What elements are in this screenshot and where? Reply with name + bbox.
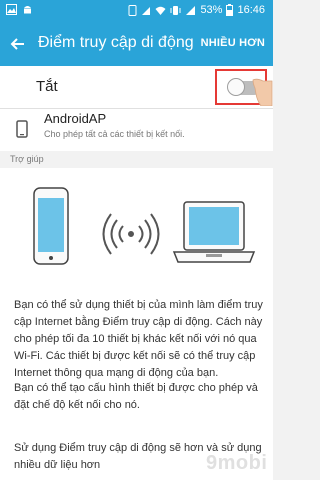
battery-icon — [226, 4, 234, 16]
status-right-icons: 53% 16:46 — [128, 4, 265, 16]
wifi-icon — [155, 6, 166, 15]
signal-icon — [142, 6, 151, 15]
help-section-label: Trợ giúp — [10, 154, 44, 164]
status-bar: 53% 16:46 — [0, 0, 273, 22]
status-left-icons — [6, 4, 33, 15]
logo-text: 9mobi — [206, 452, 268, 474]
ap-description: Cho phép tất cả các thiết bị kết nối. — [44, 129, 185, 139]
laptop-illustration-icon — [172, 201, 256, 263]
android-icon — [24, 6, 31, 14]
more-button[interactable]: NHIỀU HƠN — [201, 37, 265, 49]
vibrate-icon — [170, 5, 181, 15]
phone-icon — [128, 4, 137, 16]
status-time: 16:46 — [237, 4, 265, 16]
help-section-header: Trợ giúp — [0, 152, 273, 168]
device-phone-icon — [16, 120, 28, 138]
back-arrow-icon[interactable] — [8, 34, 28, 54]
ap-name: AndroidAP — [44, 111, 107, 126]
gallery-icon — [6, 4, 17, 15]
ap-row[interactable]: AndroidAP Cho phép tất cả các thiết bị k… — [0, 109, 273, 151]
toggle-state-label: Tắt — [36, 78, 58, 95]
page-title: Điểm truy cập di động — [38, 34, 194, 51]
hotspot-illustration — [33, 187, 256, 265]
help-paragraph-2: Bạn có thể tạo cấu hình thiết bị được ch… — [14, 382, 258, 411]
wifi-waves-icon — [102, 213, 160, 255]
app-bar: Điểm truy cập di động NHIỀU HƠN — [0, 22, 273, 66]
phone-illustration-icon — [33, 187, 69, 265]
watermark-logo: 9mobi — [186, 450, 272, 478]
switch-knob — [227, 78, 245, 96]
pointing-hand-icon — [252, 78, 273, 106]
help-paragraph-1: Bạn có thể sử dụng thiết bị của mình làm… — [14, 299, 263, 379]
battery-percent: 53% — [200, 4, 223, 16]
data-icon — [186, 5, 196, 15]
